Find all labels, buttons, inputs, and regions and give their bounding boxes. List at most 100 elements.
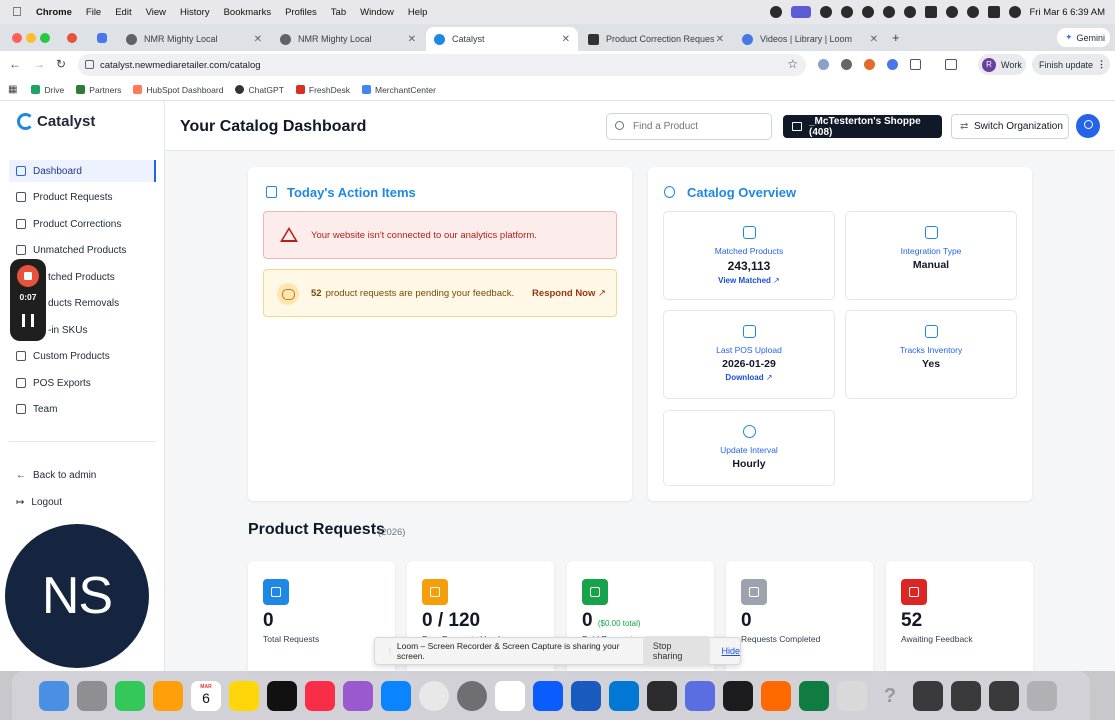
- bookmark-star-icon[interactable]: ☆: [787, 57, 798, 71]
- tab-search-icon[interactable]: [97, 33, 107, 43]
- slack-icon[interactable]: [495, 680, 525, 711]
- menu-profiles[interactable]: Profiles: [285, 7, 317, 18]
- bookmark-partners[interactable]: Partners: [76, 85, 121, 95]
- menu-app-name[interactable]: Chrome: [36, 7, 72, 18]
- recent-window-3-icon[interactable]: [989, 680, 1019, 711]
- tab-loom-library[interactable]: Videos | Library | Loom ✕: [734, 27, 886, 51]
- new-tab-icon[interactable]: +: [892, 30, 900, 45]
- back-to-admin-link[interactable]: ← Back to admin: [9, 464, 156, 486]
- gemini-button[interactable]: ✦ Gemini: [1057, 28, 1110, 47]
- outlook-icon[interactable]: [609, 680, 639, 711]
- sidebar-item-dashboard[interactable]: Dashboard: [9, 160, 156, 182]
- pause-icon[interactable]: [22, 314, 34, 327]
- menu-bookmarks[interactable]: Bookmarks: [224, 7, 272, 18]
- chrome-icon[interactable]: [419, 680, 449, 711]
- recent-window-1-icon[interactable]: [913, 680, 943, 711]
- apple-icon[interactable]: : [12, 5, 26, 19]
- apple-tv-icon[interactable]: [267, 680, 297, 711]
- info-icon[interactable]: [882, 6, 895, 18]
- bookmark-drive[interactable]: Drive: [31, 85, 64, 95]
- extension-2-icon[interactable]: [841, 59, 852, 70]
- switch-organization-button[interactable]: ⇄ Switch Organization: [951, 114, 1069, 139]
- view-matched-link[interactable]: View Matched ↗: [664, 276, 834, 285]
- bookmark-chatgpt[interactable]: ChatGPT: [235, 85, 284, 95]
- extensions-puzzle-icon[interactable]: [910, 59, 921, 70]
- side-panel-icon[interactable]: [945, 59, 957, 70]
- control-center-icon[interactable]: [987, 6, 1000, 18]
- claude-icon[interactable]: [761, 680, 791, 711]
- stop-recording-button[interactable]: [17, 265, 39, 287]
- tab-nmr-mighty-local-2[interactable]: NMR Mighty Local ✕: [272, 27, 424, 51]
- user-avatar-button[interactable]: [1076, 114, 1100, 138]
- menu-file[interactable]: File: [86, 7, 101, 18]
- profile-button[interactable]: R Work: [978, 54, 1026, 75]
- menu-tab[interactable]: Tab: [331, 7, 346, 18]
- spotlight-icon[interactable]: [966, 6, 979, 18]
- photos-icon[interactable]: [153, 680, 183, 711]
- hide-link[interactable]: Hide: [721, 646, 740, 656]
- loom-extension-icon[interactable]: [67, 33, 77, 43]
- file-app-icon[interactable]: [685, 680, 715, 711]
- tab-nmr-mighty-local-1[interactable]: NMR Mighty Local ✕: [118, 27, 270, 51]
- tab-product-correction-requests[interactable]: Product Correction Requests ✕: [580, 27, 732, 51]
- apps-grid-icon[interactable]: ▦: [8, 84, 17, 95]
- bookmark-merchantcenter[interactable]: MerchantCenter: [361, 85, 436, 95]
- tab-catalyst[interactable]: Catalyst ✕: [426, 27, 578, 51]
- stop-sharing-button[interactable]: Stop sharing: [642, 636, 711, 666]
- bookmark-freshdesk[interactable]: FreshDesk: [295, 85, 350, 95]
- search-input[interactable]: [606, 113, 772, 140]
- menu-help[interactable]: Help: [408, 7, 428, 18]
- extension-1-icon[interactable]: [818, 59, 829, 70]
- reload-icon[interactable]: ↻: [56, 57, 66, 71]
- extension-status-icon[interactable]: [840, 6, 853, 18]
- help-icon[interactable]: ?: [875, 681, 905, 711]
- recent-window-2-icon[interactable]: [951, 680, 981, 711]
- sidebar-item-product-corrections[interactable]: Product Corrections: [9, 213, 156, 235]
- drag-handle-icon[interactable]: ⦙: [389, 646, 391, 657]
- back-arrow-icon[interactable]: ←: [9, 57, 21, 71]
- user-icon[interactable]: [903, 6, 916, 18]
- menu-history[interactable]: History: [180, 7, 210, 18]
- preview-icon[interactable]: [837, 680, 867, 711]
- respond-now-link[interactable]: Respond Now ↗: [532, 288, 606, 299]
- extension-3-icon[interactable]: [864, 59, 875, 70]
- finish-update-button[interactable]: Finish update ⋮: [1032, 54, 1110, 75]
- zoom-icon[interactable]: [533, 680, 563, 711]
- cube-app-icon[interactable]: [647, 680, 677, 711]
- bookmark-hubspot[interactable]: HubSpot Dashboard: [133, 85, 223, 95]
- podcasts-icon[interactable]: [343, 680, 373, 711]
- menu-edit[interactable]: Edit: [115, 7, 131, 18]
- music-icon[interactable]: [305, 680, 335, 711]
- catalyst-logo[interactable]: Catalyst: [17, 113, 95, 130]
- menu-window[interactable]: Window: [360, 7, 394, 18]
- battery-icon[interactable]: [924, 6, 937, 18]
- vpn-icon[interactable]: [861, 6, 874, 18]
- forward-arrow-icon[interactable]: →: [33, 57, 45, 71]
- notes-icon[interactable]: [229, 680, 259, 711]
- trash-icon[interactable]: [1027, 680, 1057, 711]
- sidebar-item-pos-exports[interactable]: POS Exports: [9, 372, 156, 394]
- sidebar-item-custom-products[interactable]: Custom Products: [9, 345, 156, 367]
- close-tab-icon[interactable]: ✕: [408, 34, 416, 45]
- organization-button[interactable]: _McTesterton's Shoppe (408): [783, 115, 942, 138]
- loom-webcam-bubble[interactable]: NS: [5, 524, 149, 668]
- word-icon[interactable]: [571, 680, 601, 711]
- excel-icon[interactable]: [799, 680, 829, 711]
- close-tab-icon[interactable]: ✕: [562, 34, 570, 45]
- close-tab-icon[interactable]: ✕: [870, 34, 878, 45]
- logout-link[interactable]: ↦ Logout: [9, 491, 156, 513]
- site-info-icon[interactable]: [85, 60, 94, 69]
- siri-icon[interactable]: [1008, 6, 1021, 18]
- sidebar-item-team[interactable]: Team: [9, 398, 156, 420]
- microphone-icon[interactable]: [769, 6, 782, 18]
- menu-clock[interactable]: Fri Mar 6 6:39 AM: [1030, 7, 1106, 18]
- menu-view[interactable]: View: [146, 7, 166, 18]
- download-link[interactable]: Download ↗: [664, 373, 834, 382]
- minimize-window-icon[interactable]: [26, 33, 36, 43]
- launchpad-icon[interactable]: [77, 680, 107, 711]
- maximize-window-icon[interactable]: [40, 33, 50, 43]
- screen-record-icon[interactable]: [790, 6, 811, 18]
- address-bar[interactable]: catalyst.newmediaretailer.com/catalog ☆: [78, 54, 806, 76]
- wifi-icon[interactable]: [945, 6, 958, 18]
- close-tab-icon[interactable]: ✕: [716, 34, 724, 45]
